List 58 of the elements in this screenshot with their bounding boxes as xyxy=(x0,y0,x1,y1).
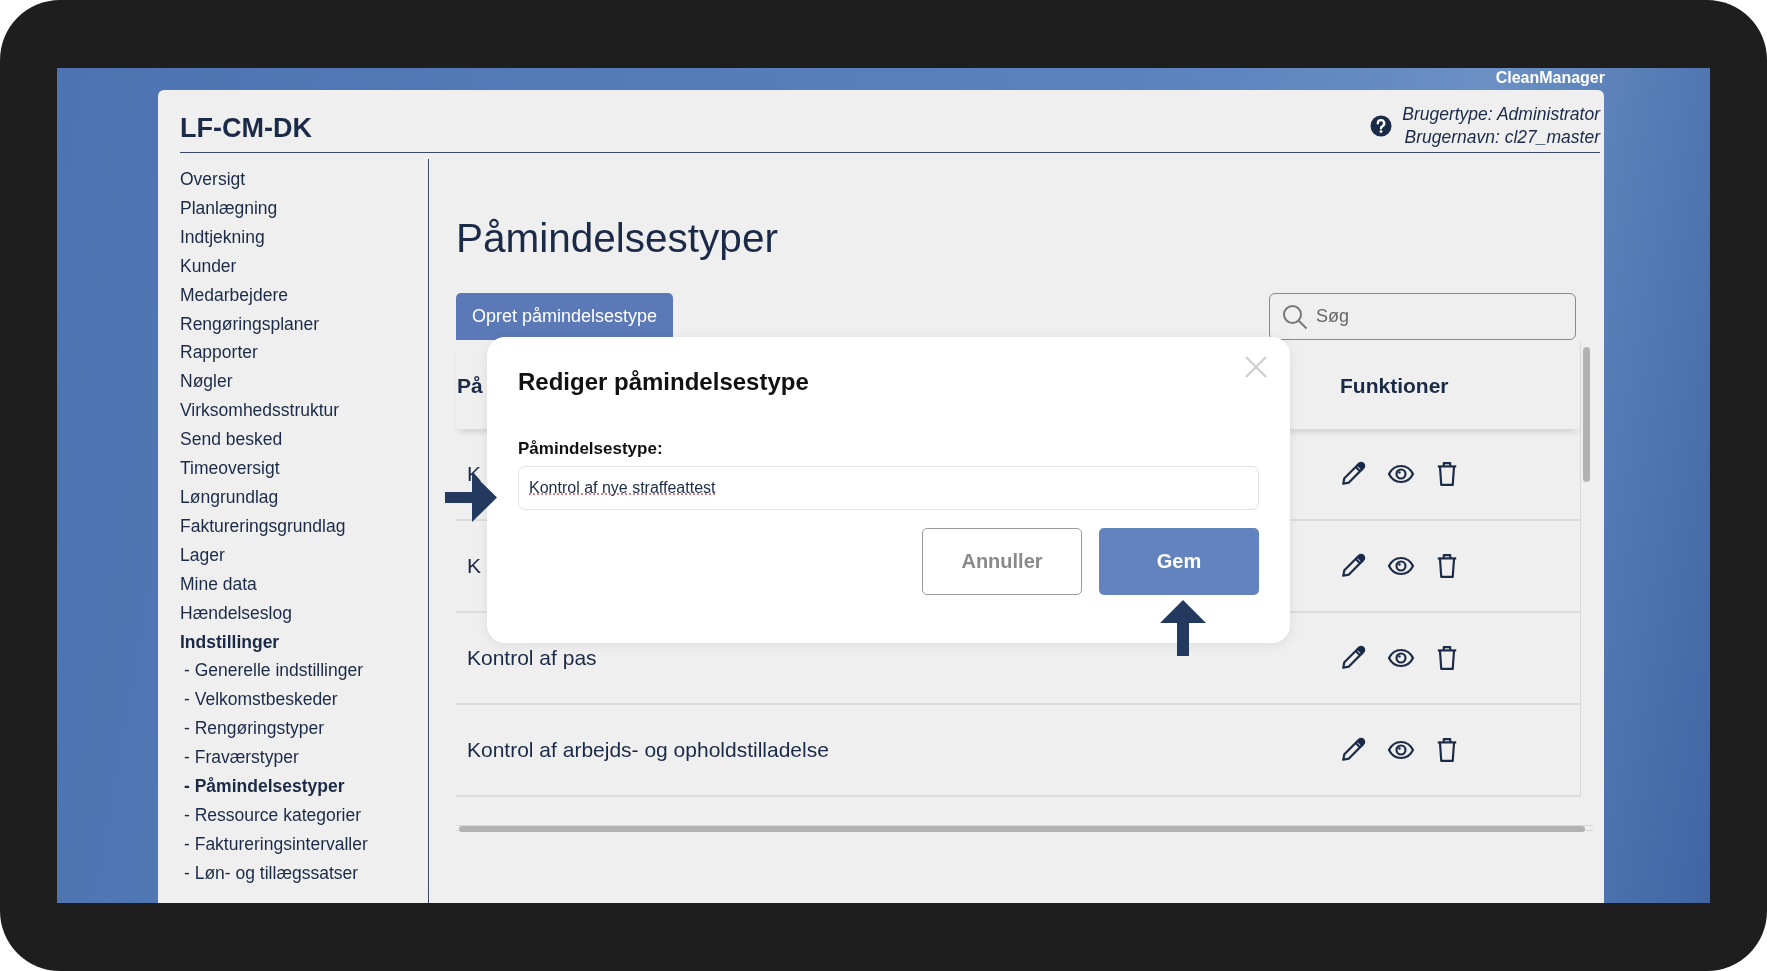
sidebar-item[interactable]: Rengøringsplaner xyxy=(180,309,428,339)
sidebar-item[interactable]: Lager xyxy=(180,540,428,570)
pencil-icon[interactable] xyxy=(1340,737,1366,763)
sidebar-item[interactable]: Mine data xyxy=(180,569,428,599)
pencil-icon[interactable] xyxy=(1340,553,1366,579)
sidebar-subitem[interactable]: - Rengøringstyper xyxy=(180,714,428,744)
sidebar-item[interactable]: Indtjekning xyxy=(180,222,428,252)
scrollbar[interactable] xyxy=(1583,347,1590,482)
eye-icon[interactable] xyxy=(1387,647,1415,669)
input-field[interactable]: Kontrol af nye straffeattest xyxy=(518,466,1259,510)
sidebar-item[interactable]: Kunder xyxy=(180,251,428,281)
trash-icon[interactable] xyxy=(1436,645,1458,671)
pencil-icon[interactable] xyxy=(1340,645,1366,671)
help-icon[interactable] xyxy=(1370,115,1393,137)
sidebar-subitem[interactable]: - Påmindelsestyper xyxy=(180,772,428,801)
search-icon xyxy=(1282,303,1308,330)
eye-icon[interactable] xyxy=(1387,463,1415,485)
sidebar-item[interactable]: Oversigt xyxy=(180,165,428,194)
sidebar-item[interactable]: Rapporter xyxy=(180,338,428,368)
trash-icon[interactable] xyxy=(1436,737,1458,763)
sidebar-subitem[interactable]: - Ressource kategorier xyxy=(180,800,428,830)
table-cell: Kontrol af pas xyxy=(467,646,597,670)
scrollbar[interactable] xyxy=(459,826,1585,832)
page-title: Påmindelsestyper xyxy=(456,214,779,263)
column-header: På xyxy=(457,373,483,397)
table-cell: K xyxy=(467,554,481,578)
sidebar-item[interactable]: Hændelseslog xyxy=(180,598,428,628)
save-button[interactable]: Gem xyxy=(1099,528,1259,595)
sidebar-item[interactable]: Virksomhedsstruktur xyxy=(180,396,428,426)
trash-icon[interactable] xyxy=(1436,553,1458,579)
sidebar-item[interactable]: Timeoversigt xyxy=(180,454,428,483)
eye-icon[interactable] xyxy=(1387,739,1415,761)
eye-icon[interactable] xyxy=(1387,555,1415,577)
arrow-icon xyxy=(1160,600,1206,656)
user-name: Brugernavn: cl27_master xyxy=(1404,126,1600,149)
column-header: Funktioner xyxy=(1340,373,1449,398)
sidebar-item[interactable]: Indstillinger xyxy=(180,627,428,657)
sidebar-subitem[interactable]: - Generelle indstillinger xyxy=(180,656,428,686)
sidebar-subitem[interactable]: - Fraværstyper xyxy=(180,743,428,773)
modal-title: Rediger påmindelsestype xyxy=(518,367,810,397)
trash-icon[interactable] xyxy=(1436,461,1458,487)
user-type: Brugertype: Administrator xyxy=(1402,103,1600,126)
table-cell: Kontrol af arbejds- og opholdstilladelse xyxy=(467,738,829,762)
sidebar-item[interactable]: Faktureringsgrundlag xyxy=(180,511,428,541)
create-button[interactable]: Opret påmindelsestype xyxy=(456,293,674,340)
brand-name: CleanManager xyxy=(1495,69,1605,87)
pencil-icon[interactable] xyxy=(1340,461,1366,487)
sidebar-item[interactable]: Medarbejdere xyxy=(180,280,428,310)
search-field[interactable]: Søg xyxy=(1269,293,1576,340)
sidebar-item[interactable]: Send besked xyxy=(180,425,428,455)
sidebar-subitem[interactable]: - Velkomstbeskeder xyxy=(180,685,428,715)
sidebar-item[interactable]: Planlægning xyxy=(180,193,428,223)
sidebar-subitem[interactable]: - Løn- og tillægssatser xyxy=(180,858,428,888)
field-label: Påmindelsestype: xyxy=(518,439,664,459)
sidebar-subitem[interactable]: - Faktureringsintervaller xyxy=(180,829,428,859)
sidebar-item[interactable]: Nøgler xyxy=(180,367,428,397)
app-title: LF-CM-DK xyxy=(180,113,312,145)
sidebar-item[interactable]: Løngrundlag xyxy=(180,482,428,512)
